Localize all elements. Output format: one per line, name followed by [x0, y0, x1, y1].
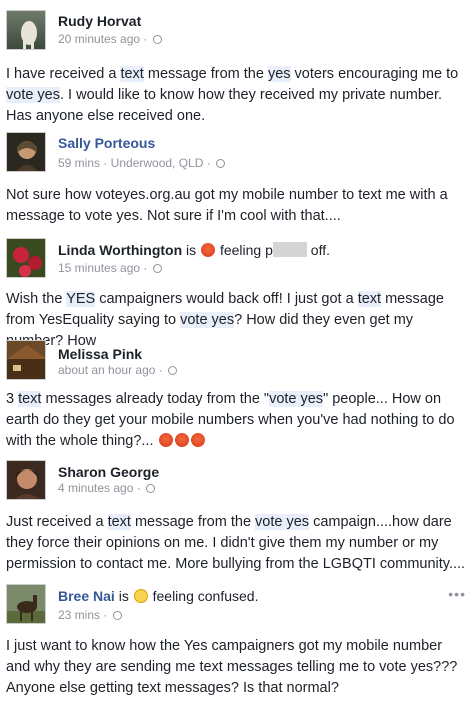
- post-timestamp[interactable]: 23 mins ·: [58, 608, 122, 622]
- dog-photo-icon: [21, 21, 37, 49]
- text-segment: messages already today from the ": [41, 391, 270, 407]
- text-segment: I have received a: [6, 66, 121, 82]
- confused-emoji-icon: [133, 589, 148, 603]
- highlight-yes: yes: [267, 66, 291, 82]
- timestamp-text[interactable]: 4 minutes ago ·: [58, 481, 141, 495]
- highlight-text: text: [107, 514, 131, 530]
- avatar[interactable]: [6, 340, 46, 380]
- text-segment: message from the: [130, 514, 256, 530]
- is-text: is: [186, 242, 197, 258]
- cabin-photo-icon: [7, 345, 45, 379]
- feeling-end: off.: [310, 242, 330, 258]
- avatar[interactable]: [6, 238, 46, 278]
- post-timestamp[interactable]: 15 minutes ago ·: [58, 261, 162, 275]
- post-text: Not sure how voteyes.org.au got my mobil…: [6, 185, 468, 227]
- text-segment: I just want to know how the Yes campaign…: [6, 638, 458, 696]
- author-name[interactable]: Melissa Pink: [58, 346, 142, 362]
- post-melissa-pink: Melissa Pink about an hour ago · 3 text …: [0, 336, 474, 456]
- globe-icon: [168, 366, 178, 375]
- person-photo-icon: [16, 141, 38, 171]
- avatar[interactable]: [6, 132, 46, 172]
- text-segment: message from the: [143, 66, 268, 82]
- feeling-text: feeling: [219, 242, 262, 258]
- highlight-text: text: [357, 291, 382, 307]
- globe-icon: [112, 611, 122, 620]
- post-text: I have received a text message from the …: [6, 64, 468, 127]
- redaction-box: [272, 242, 307, 257]
- text-segment: Just received a: [6, 514, 108, 530]
- flower-photo-icon: [13, 247, 42, 277]
- author-name[interactable]: Rudy Horvat: [58, 13, 141, 29]
- highlight-vote-yes: vote yes: [269, 391, 324, 407]
- author-name[interactable]: Sharon George: [58, 464, 159, 480]
- text-segment: . I would like to know how they received…: [6, 87, 443, 124]
- author-name[interactable]: Linda Worthington: [58, 242, 182, 258]
- feeling-partial: p: [265, 242, 273, 258]
- text-segment: campaigners would back off! I just got a: [95, 291, 358, 307]
- timestamp-text[interactable]: 15 minutes ago ·: [58, 261, 147, 275]
- angry-emoji-icon: [174, 433, 189, 447]
- post-timestamp[interactable]: 59 mins · Underwood, QLD ·: [58, 156, 226, 170]
- post-rudy-horvat: Rudy Horvat 20 minutes ago · I have rece…: [0, 0, 474, 128]
- author-name[interactable]: Sally Porteous: [58, 135, 155, 151]
- highlight-vote-yes: vote yes: [6, 87, 60, 103]
- person-photo-icon: [15, 469, 39, 499]
- post-linda-worthington: Linda Worthington is feeling p off. 15 m…: [0, 232, 474, 349]
- timestamp-text[interactable]: 59 mins · Underwood, QLD ·: [58, 156, 211, 170]
- highlight-vote-yes: vote yes: [180, 312, 235, 328]
- avatar[interactable]: [6, 10, 46, 50]
- highlight-text: text: [120, 66, 144, 82]
- author-name[interactable]: Bree Nai: [58, 588, 115, 604]
- angry-emoji-icon: [201, 243, 216, 257]
- angry-emoji-icon: [158, 433, 173, 447]
- post-sharon-george: Sharon George 4 minutes ago · Just recei…: [0, 456, 474, 576]
- post-timestamp[interactable]: 20 minutes ago ·: [58, 32, 162, 46]
- feeling-text: feeling confused.: [152, 588, 259, 604]
- highlight-vote-yes: vote yes: [255, 514, 310, 530]
- post-bree-nai: Bree Nai is feeling confused. ••• 23 min…: [0, 576, 474, 705]
- globe-icon: [146, 484, 156, 493]
- author-line: Bree Nai is feeling confused.: [58, 588, 258, 604]
- is-text: is: [118, 588, 129, 604]
- avatar[interactable]: [6, 460, 46, 500]
- timestamp-text[interactable]: 20 minutes ago ·: [58, 32, 147, 46]
- text-segment: Not sure how voteyes.org.au got my mobil…: [6, 187, 448, 224]
- globe-icon: [216, 159, 226, 168]
- post-text: I just want to know how the Yes campaign…: [6, 636, 468, 699]
- post-timestamp[interactable]: about an hour ago ·: [58, 363, 178, 377]
- timestamp-text[interactable]: 23 mins ·: [58, 608, 107, 622]
- more-options-icon[interactable]: •••: [448, 586, 466, 602]
- author-line: Linda Worthington is feeling p off.: [58, 242, 330, 258]
- globe-icon: [152, 35, 162, 44]
- avatar[interactable]: [6, 584, 46, 624]
- post-text: Just received a text message from the vo…: [6, 512, 468, 575]
- text-segment: voters encouraging me to: [290, 66, 459, 82]
- highlight-text: text: [18, 391, 42, 407]
- post-timestamp[interactable]: 4 minutes ago ·: [58, 481, 156, 495]
- globe-icon: [152, 264, 162, 273]
- post-text: 3 text messages already today from the "…: [6, 389, 468, 452]
- text-segment: 3: [6, 391, 19, 407]
- highlight-yes: YES: [66, 291, 96, 307]
- horse-photo-icon: [7, 595, 45, 623]
- text-segment: Wish the: [6, 291, 67, 307]
- timestamp-text[interactable]: about an hour ago ·: [58, 363, 163, 377]
- post-sally-porteous: Sally Porteous 59 mins · Underwood, QLD …: [0, 128, 474, 232]
- angry-emoji-icon: [190, 433, 205, 447]
